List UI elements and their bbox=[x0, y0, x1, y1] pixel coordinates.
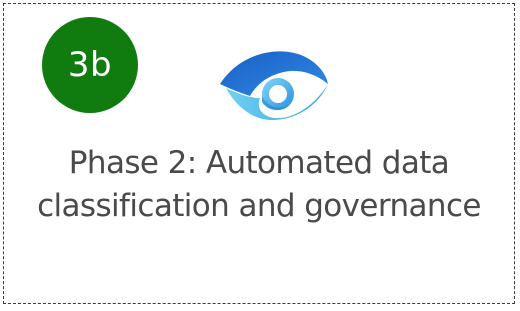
phase-description-line-2: classification and governance bbox=[37, 188, 481, 224]
step-badge: 3b bbox=[42, 17, 138, 113]
phase-card: 3b Phase 2: Automated data classificatio… bbox=[3, 3, 515, 304]
eye-icon bbox=[220, 51, 328, 120]
phase-description-line-1: Phase 2: Automated data bbox=[68, 145, 450, 181]
phase-description: Phase 2: Automated data classification a… bbox=[14, 142, 504, 228]
